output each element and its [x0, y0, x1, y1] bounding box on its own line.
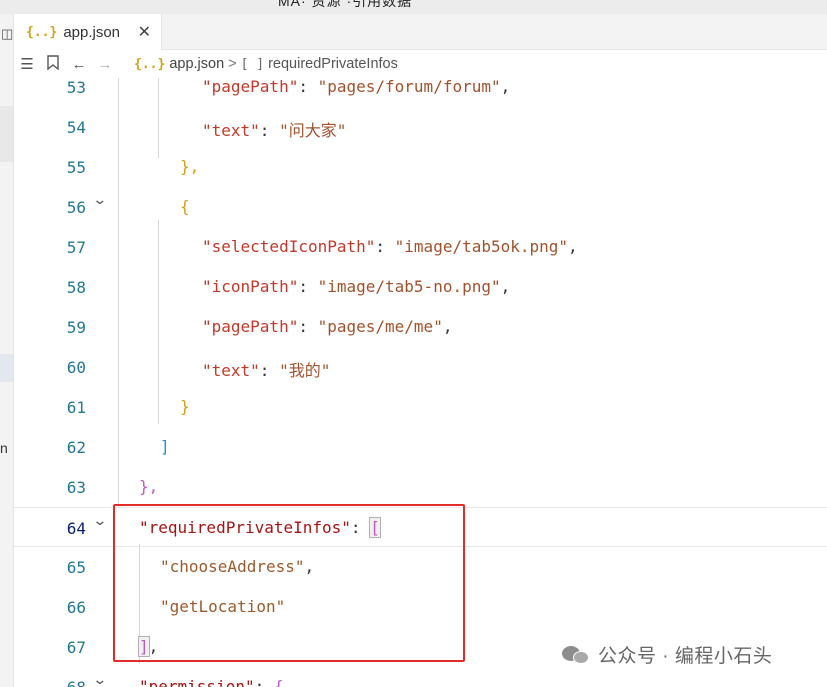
watermark-text: 公众号 · 编程小石头	[598, 646, 773, 667]
code-line: 68 ⌄ "permission": {	[14, 667, 827, 687]
chevron-down-icon[interactable]: ⌄	[92, 191, 107, 208]
code-text: "pagePath": "pages/forum/forum",	[202, 78, 511, 96]
line-number: 55	[66, 158, 86, 177]
code-line: 62 ]	[14, 427, 827, 467]
line-number: 64	[66, 519, 86, 538]
line-number: 57	[66, 238, 86, 257]
code-editor[interactable]: 53 "pagePath": "pages/forum/forum", 54 "…	[14, 78, 827, 687]
code-text: "permission": {	[139, 677, 284, 687]
wechat-icon	[562, 644, 590, 666]
breadcrumb-file[interactable]: app.json	[169, 56, 224, 72]
line-number: 67	[66, 638, 86, 657]
code-line: 56 ⌄ {	[14, 187, 827, 227]
code-line: 59 "pagePath": "pages/me/me",	[14, 307, 827, 347]
breadcrumb: {..} app.json > [ ] requiredPrivateInfos	[134, 56, 398, 72]
sidebar-text-fragment: n	[0, 440, 8, 456]
editor-toolbar: ☰ ← → {..} app.json > [ ] requiredPrivat…	[14, 50, 827, 78]
sidebar-selection	[0, 106, 13, 162]
code-text: },	[180, 157, 200, 176]
code-line: 57 "selectedIconPath": "image/tab5ok.png…	[14, 227, 827, 267]
chevron-down-icon[interactable]: ⌄	[92, 671, 107, 687]
code-line: 55 },	[14, 147, 827, 187]
window-title: MA· 资源 ·引用数据	[278, 0, 413, 9]
tab-bar: {..} app.json ✕	[14, 14, 827, 50]
highlight-annotation-box	[113, 504, 465, 662]
json-braces-icon: {..}	[26, 24, 58, 40]
line-number: 54	[66, 118, 86, 137]
line-number: 61	[66, 398, 86, 417]
code-text: ]	[160, 437, 170, 456]
breadcrumb-separator: >	[228, 56, 237, 72]
code-line: 61 }	[14, 387, 827, 427]
close-icon[interactable]: ✕	[138, 22, 151, 42]
sidebar-selection	[0, 354, 13, 382]
line-number: 66	[66, 598, 86, 617]
chevron-down-icon[interactable]: ⌄	[92, 512, 107, 529]
watermark: 公众号 · 编程小石头	[562, 641, 772, 668]
code-text: }	[180, 397, 190, 416]
back-arrow-icon[interactable]: ←	[66, 56, 92, 73]
tab-app-json[interactable]: {..} app.json ✕	[14, 14, 162, 50]
list-icon[interactable]: ☰	[14, 55, 40, 73]
line-number: 68	[54, 678, 86, 687]
line-number: 53	[66, 78, 86, 97]
sidebar-edge: ◫ n	[0, 14, 14, 687]
breadcrumb-symbol[interactable]: requiredPrivateInfos	[268, 56, 398, 72]
code-line: 53 "pagePath": "pages/forum/forum",	[14, 78, 827, 107]
bookmark-icon[interactable]	[40, 54, 66, 74]
code-text: "selectedIconPath": "image/tab5ok.png",	[202, 237, 578, 256]
line-number: 60	[66, 358, 86, 377]
line-number: 56	[66, 198, 86, 217]
code-line: 63 },	[14, 467, 827, 507]
split-editor-icon[interactable]: ◫	[1, 26, 13, 42]
window-title-strip: MA· 资源 ·引用数据	[0, 0, 827, 14]
line-number: 62	[66, 438, 86, 457]
code-line: 58 "iconPath": "image/tab5-no.png",	[14, 267, 827, 307]
forward-arrow-icon[interactable]: →	[92, 56, 118, 73]
code-line: 60 "text": "我的"	[14, 347, 827, 387]
tab-label: app.json	[63, 23, 121, 41]
code-text: "text": "我的"	[202, 361, 331, 380]
line-number: 59	[66, 318, 86, 337]
code-line: 54 "text": "问大家"	[14, 107, 827, 147]
code-text: "iconPath": "image/tab5-no.png",	[202, 277, 511, 296]
line-number: 63	[66, 478, 86, 497]
array-icon: [ ]	[240, 56, 265, 72]
line-number: 58	[66, 278, 86, 297]
json-braces-icon: {..}	[134, 56, 166, 72]
code-text: },	[139, 477, 159, 496]
code-text: "text": "问大家"	[202, 121, 347, 140]
code-text: "pagePath": "pages/me/me",	[202, 317, 453, 336]
line-number: 65	[66, 558, 86, 577]
code-text: {	[180, 197, 190, 216]
